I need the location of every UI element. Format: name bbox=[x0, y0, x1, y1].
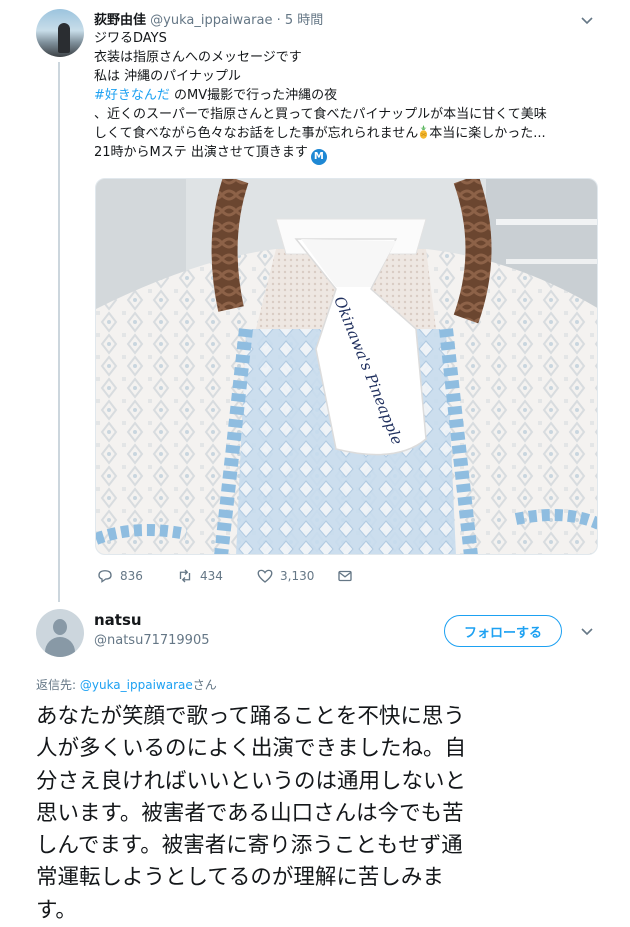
reply-text-line: あなたが笑顔で歌って踊ることを不快に思う bbox=[36, 704, 465, 729]
reply-count: 836 bbox=[120, 569, 143, 583]
tweet-text-fragment: 本当に楽しかった... bbox=[429, 126, 546, 141]
tweet-text-line: 私は 沖縄のパイナップル bbox=[94, 69, 241, 84]
replying-to-suffix: さん bbox=[192, 678, 217, 692]
reply-button[interactable]: 836 bbox=[96, 566, 143, 586]
author-display-name[interactable]: 荻野由佳 bbox=[94, 13, 146, 28]
header-separator: · bbox=[276, 13, 281, 28]
reply-text-line: 分さえ良ければいいというのは通用しないと bbox=[36, 768, 467, 794]
parent-tweet: 荻野由佳 @yuka_ippaiwarae · 5 時間 ジワるDAYS 衣装は… bbox=[0, 0, 630, 602]
reply-tweet-text: あなたが笑顔で歌って踊ることを不快に思う 人が多くいるのによく出演できましたね。… bbox=[36, 701, 616, 927]
tweet-text-line: 衣装は指原さんへのメッセージです bbox=[94, 50, 302, 65]
reply-icon bbox=[98, 570, 112, 583]
replying-to: 返信先: @yuka_ippaiwaraeさん bbox=[36, 676, 217, 693]
tweet-photo[interactable]: Okinawa's Pineapple bbox=[95, 178, 598, 555]
tweet-text-line: 21時からMステ 出演させて頂きます M bbox=[94, 143, 614, 165]
tweet-timestamp[interactable]: 5 時間 bbox=[285, 13, 323, 28]
reply-text-line: 常運転しようとしてるのが理解に苦しみま bbox=[36, 865, 444, 891]
author-handle[interactable]: @yuka_ippaiwarae bbox=[150, 13, 272, 28]
reply-text-line: しんでます。被害者に寄り添うこともせず通 bbox=[36, 833, 463, 859]
follow-button[interactable]: フォローする bbox=[444, 615, 562, 647]
tweet-header: 荻野由佳 @yuka_ippaiwarae · 5 時間 bbox=[94, 9, 323, 28]
retweet-count: 434 bbox=[200, 569, 223, 583]
tweet-text-line: #好きなんだ のMV撮影で行った沖縄の夜 bbox=[94, 86, 614, 105]
tweet-text-line: ジワるDAYS bbox=[94, 31, 167, 46]
like-button[interactable]: 3,130 bbox=[256, 566, 314, 586]
retweet-button[interactable]: 434 bbox=[176, 566, 223, 586]
reply-author-display-name[interactable]: natsu bbox=[94, 611, 142, 629]
replying-to-prefix: 返信先: bbox=[36, 678, 80, 692]
direct-message-icon bbox=[338, 570, 352, 582]
tweet-text-line: しくて食べながら色々なお話をした事が忘れられません 本当に楽しかった... bbox=[94, 124, 614, 143]
pineapple-icon bbox=[420, 125, 428, 139]
chevron-down-icon[interactable] bbox=[579, 12, 595, 28]
hashtag-link[interactable]: #好きなんだ bbox=[94, 88, 170, 103]
reply-author-handle[interactable]: @natsu71719905 bbox=[94, 633, 209, 648]
reply-author-avatar[interactable] bbox=[36, 609, 84, 657]
replying-to-mention[interactable]: @yuka_ippaiwarae bbox=[80, 678, 193, 692]
tweet-text-fragment: 21時からMステ 出演させて頂きます bbox=[94, 145, 308, 160]
author-avatar[interactable] bbox=[36, 9, 84, 57]
reply-text-line: す。 bbox=[36, 897, 77, 923]
like-count: 3,130 bbox=[280, 569, 315, 583]
direct-message-button[interactable] bbox=[336, 566, 360, 586]
tweet-text-fragment: しくて食べながら色々なお話をした事が忘れられません bbox=[94, 126, 419, 141]
chevron-down-icon[interactable] bbox=[579, 623, 595, 639]
tweet-text-fragment: のMV撮影で行った沖縄の夜 bbox=[169, 88, 338, 103]
tweet-text-line: 、近くのスーパーで指原さんと買って食べたパイナップルが本当に甘くて美味 bbox=[94, 107, 547, 122]
like-icon bbox=[257, 569, 273, 583]
photo-illustration: Okinawa's Pineapple bbox=[96, 179, 597, 554]
reply-text-line: 人が多くいるのによく出演できましたね。自 bbox=[36, 736, 467, 762]
thread-connector-line bbox=[58, 62, 60, 602]
m-station-badge-icon: M bbox=[310, 149, 327, 165]
retweet-icon bbox=[179, 569, 191, 583]
tweet-text: ジワるDAYS 衣装は指原さんへのメッセージです 私は 沖縄のパイナップル #好… bbox=[94, 29, 614, 165]
reply-text-line: 思います。被害者である山口さんは今でも苦 bbox=[36, 800, 464, 826]
